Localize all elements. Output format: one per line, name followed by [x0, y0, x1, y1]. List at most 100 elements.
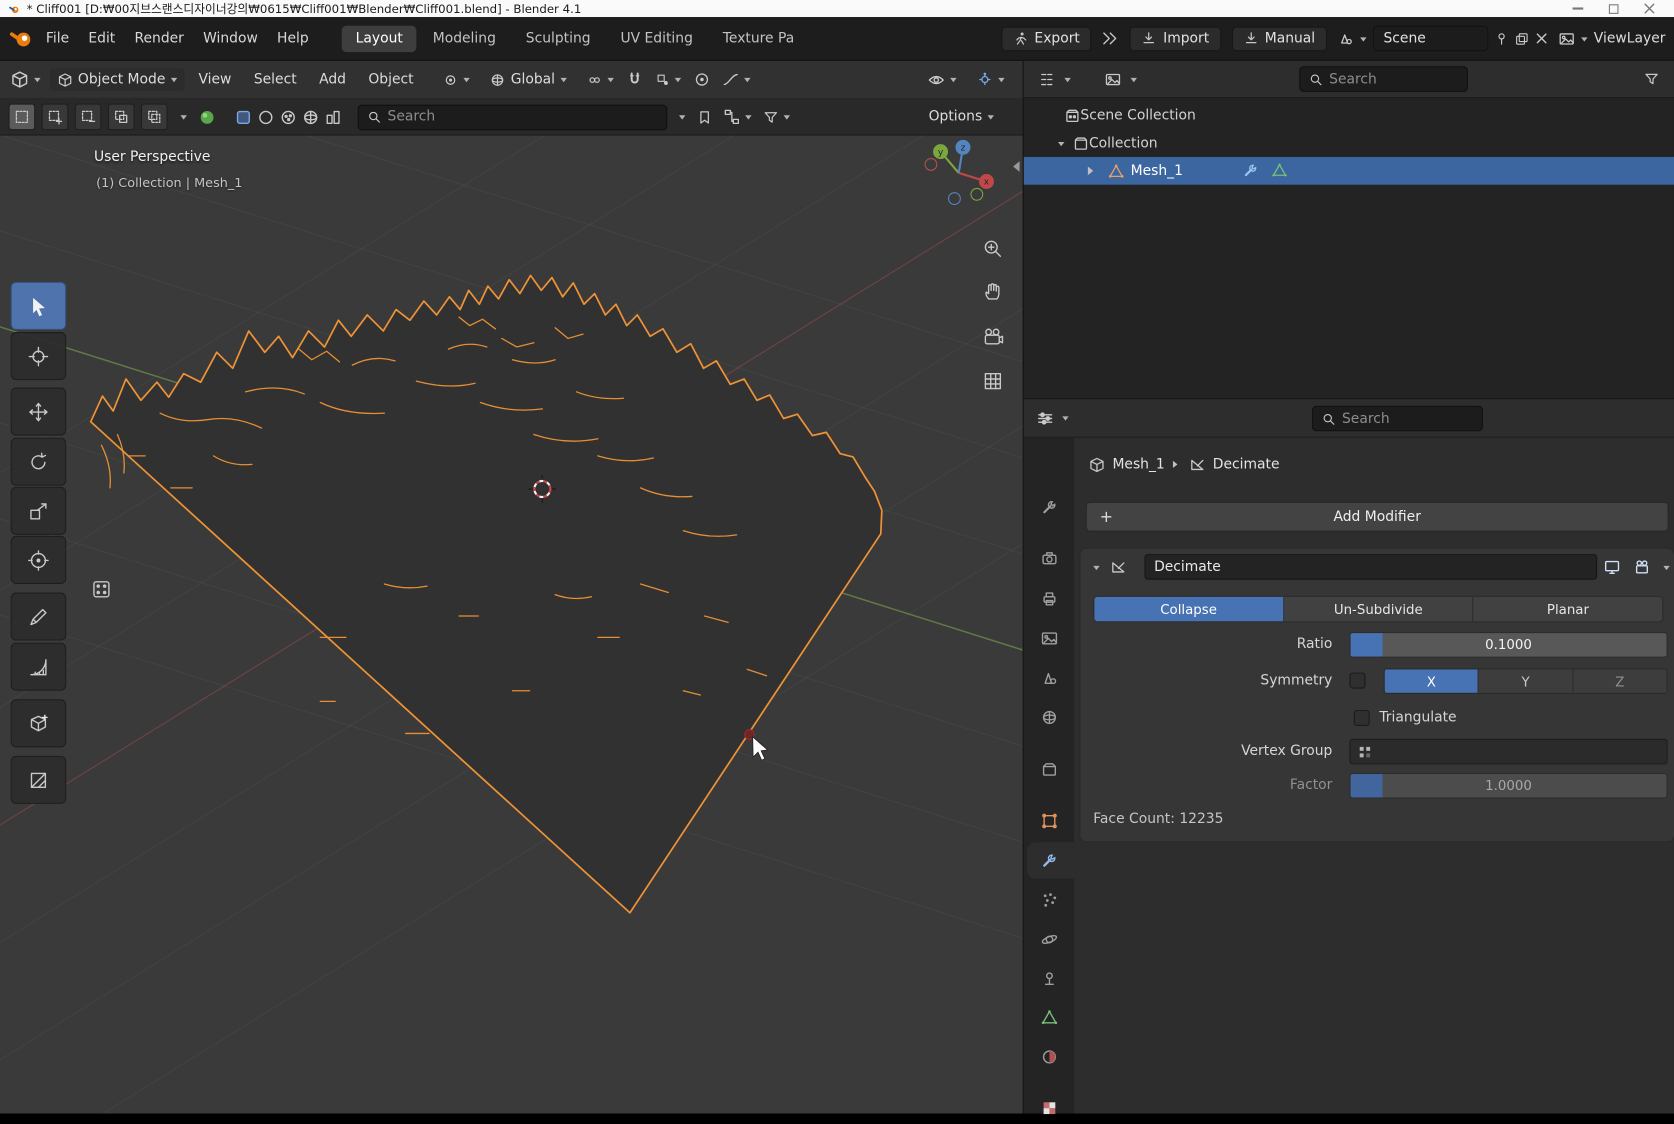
panel-expand-chevron-icon[interactable]	[1093, 565, 1099, 572]
editor-type-chevron-icon[interactable]	[34, 78, 40, 85]
outliner-display-mode-icon[interactable]	[1105, 71, 1121, 87]
properties-editor-chevron-icon[interactable]	[1062, 416, 1068, 423]
filter-chevron-icon[interactable]	[784, 115, 790, 122]
workspace-tab-modeling[interactable]: Modeling	[419, 25, 510, 52]
magnet-icon[interactable]	[627, 72, 643, 88]
tab-collapse[interactable]: Collapse	[1094, 597, 1284, 622]
tool-settings-chevron-icon[interactable]	[180, 115, 186, 122]
add-modifier-button[interactable]: + Add Modifier	[1086, 502, 1669, 532]
menu-file[interactable]: File	[36, 26, 78, 51]
shading-sphere-icon[interactable]	[257, 108, 274, 125]
select-mode-extend-button[interactable]	[42, 104, 69, 131]
gizmo-neg-z[interactable]	[949, 193, 961, 205]
tool-add-cube[interactable]	[11, 699, 67, 747]
material-ball-icon[interactable]	[199, 108, 216, 125]
tab-collection[interactable]	[1024, 754, 1074, 786]
close-button[interactable]	[1644, 3, 1655, 14]
select-mode-invert-button[interactable]	[108, 104, 135, 131]
outliner-display-chevron-icon[interactable]	[1131, 77, 1137, 84]
outliner-search-field[interactable]: Search	[1299, 66, 1468, 92]
tab-render[interactable]	[1024, 542, 1074, 574]
pan-control[interactable]	[980, 279, 1006, 305]
outliner-editor-chevron-icon[interactable]	[1064, 77, 1070, 84]
manual-button[interactable]: Manual	[1232, 26, 1327, 51]
show-in-render-icon[interactable]	[1633, 558, 1650, 575]
sidebar-collapse-icon[interactable]	[1008, 161, 1020, 172]
viewlayer-browse-chevron-icon[interactable]	[1581, 37, 1587, 44]
workspace-tab-sculpting[interactable]: Sculpting	[512, 25, 605, 52]
filter-funnel-icon[interactable]	[763, 109, 778, 124]
tab-unsubdivide[interactable]: Un-Subdivide	[1284, 597, 1474, 622]
tab-texture[interactable]	[1024, 1092, 1074, 1124]
viewport-3d[interactable]: x y z User Perspective (1) Collection | …	[0, 136, 1023, 1114]
breadcrumb-modifier[interactable]: Decimate	[1213, 456, 1280, 472]
tool-measure[interactable]	[11, 643, 67, 691]
maximize-button[interactable]	[1609, 4, 1619, 14]
menu-edit[interactable]: Edit	[79, 26, 125, 51]
tab-output[interactable]	[1024, 583, 1074, 615]
tab-world[interactable]	[1024, 701, 1074, 733]
tool-rotate[interactable]	[11, 438, 67, 486]
workspace-tab-texture-paint[interactable]: Texture Pa	[709, 25, 808, 52]
menu-add[interactable]: Add	[311, 68, 355, 90]
mode-dropdown[interactable]: Object Mode	[50, 68, 184, 90]
collection-tree-icon[interactable]	[724, 109, 740, 125]
tool-extra[interactable]	[11, 756, 67, 804]
nav-gizmo[interactable]: x y z	[925, 140, 994, 205]
outliner-row-mesh[interactable]: Mesh_1	[1024, 157, 1674, 185]
shading-render-icon[interactable]	[325, 108, 342, 125]
falloff-dropdown[interactable]	[715, 69, 758, 89]
import-button[interactable]: Import	[1130, 26, 1221, 51]
menu-object[interactable]: Object	[360, 68, 422, 90]
mesh-data-badge[interactable]	[1272, 162, 1288, 178]
tab-modifiers[interactable]	[1024, 844, 1074, 876]
options-dropdown[interactable]: Options	[921, 106, 1001, 128]
blender-app-icon[interactable]	[9, 26, 37, 52]
minimize-button[interactable]	[1573, 8, 1584, 10]
factor-slider[interactable]: 1.0000	[1349, 773, 1667, 799]
show-in-editmode-icon[interactable]	[1604, 558, 1621, 575]
new-scene-icon[interactable]	[1515, 31, 1529, 45]
viewlayer-name[interactable]: ViewLayer	[1594, 30, 1666, 46]
outliner-row-collection[interactable]: Collection	[1024, 129, 1674, 157]
tool-scale[interactable]	[11, 487, 67, 535]
export-button[interactable]: Export	[1001, 26, 1091, 51]
search-scope-chevron-icon[interactable]	[679, 115, 685, 122]
menu-select[interactable]: Select	[245, 68, 305, 90]
tool-select-box[interactable]	[11, 282, 67, 330]
tab-particles[interactable]	[1024, 884, 1074, 916]
tab-constraints[interactable]	[1024, 963, 1074, 995]
editor-type-icon[interactable]	[11, 70, 29, 88]
symmetry-z-button[interactable]: Z	[1573, 669, 1666, 692]
scene-browse-chevron-icon[interactable]	[1360, 37, 1366, 44]
snap-pivot-dropdown[interactable]	[580, 69, 622, 90]
workspace-tab-layout[interactable]: Layout	[342, 25, 417, 52]
pin-icon[interactable]	[1495, 31, 1509, 45]
shading-texture-icon[interactable]	[280, 108, 297, 125]
shading-solid-icon[interactable]	[235, 108, 252, 125]
panel-extras-chevron-icon[interactable]	[1663, 565, 1669, 572]
mesh-expand-icon[interactable]	[1088, 167, 1098, 176]
collection-tree-chevron-icon[interactable]	[745, 115, 751, 122]
triangulate-checkbox[interactable]	[1354, 709, 1370, 725]
gizmo-neg-y[interactable]	[971, 188, 983, 200]
orientation-dropdown[interactable]: Global	[483, 68, 574, 90]
tool-search-field[interactable]: Search	[358, 104, 668, 130]
menu-render[interactable]: Render	[125, 26, 194, 51]
menu-help[interactable]: Help	[267, 26, 318, 51]
mesh-modifier-badge[interactable]	[1243, 162, 1259, 178]
select-mode-intersect-button[interactable]	[141, 104, 168, 131]
zoom-control[interactable]	[980, 236, 1006, 262]
vertex-group-field[interactable]	[1349, 739, 1667, 765]
tool-move[interactable]	[11, 388, 67, 436]
scene-name-field[interactable]: Scene	[1373, 26, 1488, 52]
select-mode-new-button[interactable]	[9, 104, 36, 131]
camera-view-control[interactable]	[980, 325, 1006, 351]
snap-with-dropdown[interactable]	[648, 69, 689, 89]
bookmark-icon[interactable]	[697, 109, 712, 124]
tab-tool[interactable]	[1024, 491, 1074, 523]
ortho-toggle-control[interactable]	[980, 368, 1006, 394]
properties-editor-icon[interactable]	[1037, 409, 1054, 426]
tool-transform[interactable]	[11, 536, 67, 584]
scene-icon[interactable]	[1338, 30, 1354, 46]
